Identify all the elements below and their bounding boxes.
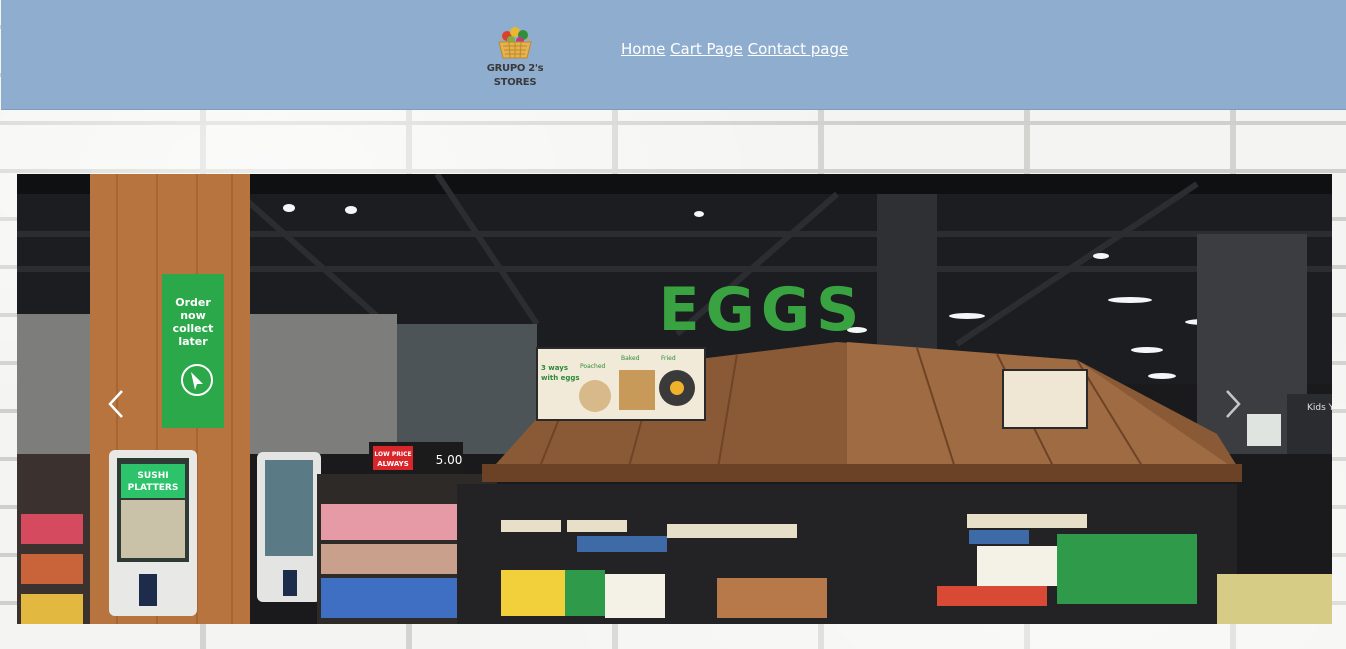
hero-carousel[interactable]: Order now collect later SUSHI PLATTERS L… (17, 174, 1332, 624)
main-nav: Home Cart Page Contact page (621, 40, 848, 58)
grocery-basket-icon (498, 27, 532, 59)
sushi-sign-line-2: PLATTERS (128, 483, 179, 493)
eggs-sign: EGGS (659, 275, 866, 345)
price-tag: 5.00 (436, 453, 463, 467)
nav-contact-link[interactable]: Contact page (748, 40, 849, 58)
kiosk-sign-line-4: later (178, 335, 208, 348)
ways-sign-line-2: with eggs (541, 374, 580, 382)
chevron-left-icon (108, 390, 123, 418)
logo-line-2: STORES (493, 77, 537, 88)
nav-cart-link[interactable]: Cart Page (670, 40, 743, 58)
kids-sign: Kids Y (1307, 403, 1332, 413)
ways-sub-poached: Poached (580, 363, 606, 370)
low-price-line-1: LOW PRICE (374, 451, 411, 458)
ways-sign-line-1: 3 ways (541, 364, 568, 372)
kiosk-sign-line-2: now (180, 309, 206, 322)
low-price-line-2: ALWAYS (377, 460, 409, 468)
nav-home-link[interactable]: Home (621, 40, 665, 58)
chevron-right-icon (1226, 390, 1241, 418)
sushi-sign-line-1: SUSHI (137, 471, 168, 481)
logo-line-1: GRUPO 2's (486, 63, 544, 74)
store-logo[interactable]: GRUPO 2's STORES (487, 14, 544, 94)
kiosk-sign-line-1: Order (175, 296, 211, 309)
logo-text: GRUPO 2's STORES (483, 62, 547, 90)
ways-sub-baked: Baked (621, 355, 640, 362)
carousel-next-button[interactable] (1217, 374, 1247, 434)
site-header: GRUPO 2's STORES Home Cart Page Contact … (1, 0, 1346, 110)
carousel-slide-image: Order now collect later SUSHI PLATTERS L… (17, 174, 1332, 624)
kiosk-sign-line-3: collect (173, 322, 214, 335)
carousel-prev-button[interactable] (102, 374, 132, 434)
ways-sub-fried: Fried (661, 355, 676, 362)
